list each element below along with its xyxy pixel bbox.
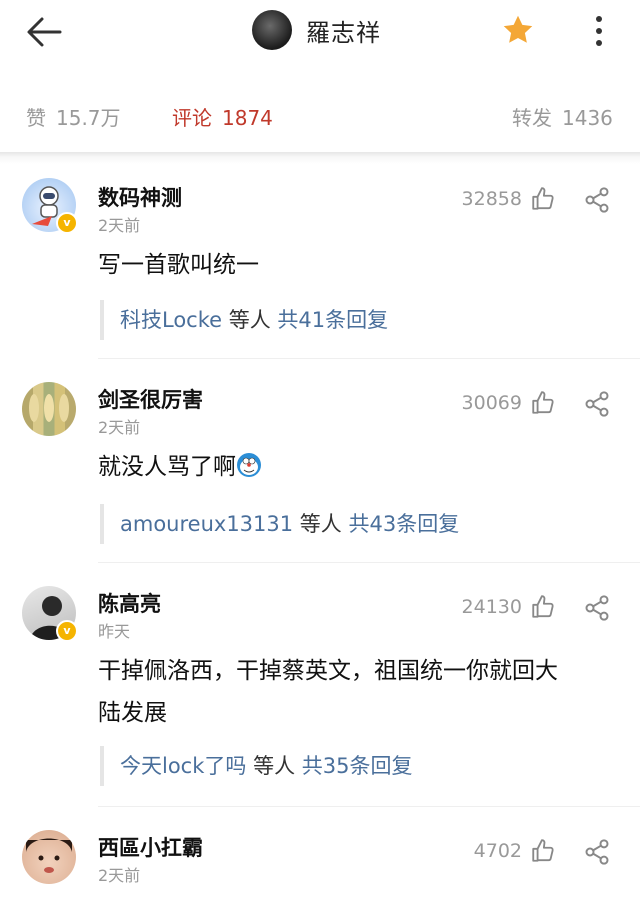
comment-text-line: 干掉佩洛西，干掉蔡英文，祖国统一你就回大 xyxy=(98,658,558,684)
comments-label: 评论 xyxy=(172,106,212,130)
profile-avatar[interactable] xyxy=(252,10,292,50)
top-bar: 羅志祥 xyxy=(0,0,640,64)
comments-count: 1874 xyxy=(222,106,273,130)
more-vertical-icon xyxy=(596,16,602,22)
profile-name[interactable]: 羅志祥 xyxy=(306,13,381,48)
more-options-button[interactable] xyxy=(588,12,610,50)
commenter-name[interactable]: 陈高亮 xyxy=(98,588,161,618)
comment-text-content: 就没人骂了啊 xyxy=(98,454,236,480)
thumbs-up-icon[interactable] xyxy=(530,838,556,864)
commenter-name[interactable]: 数码神测 xyxy=(98,182,182,212)
back-button[interactable] xyxy=(22,12,66,52)
arrow-left-icon xyxy=(27,17,62,47)
reply-mid-text: 等人 xyxy=(246,754,302,778)
reply-mid-text: 等人 xyxy=(293,512,349,536)
divider xyxy=(98,562,640,563)
share-icon[interactable] xyxy=(583,390,611,418)
star-icon xyxy=(503,15,533,43)
tab-likes[interactable]: 赞 15.7万 xyxy=(26,102,121,131)
reply-users-link[interactable]: 今天lock了吗 xyxy=(120,754,246,778)
like-count: 32858 xyxy=(461,188,522,210)
child-avatar-image xyxy=(26,838,72,873)
likes-count: 15.7万 xyxy=(56,106,121,130)
reply-count-link[interactable]: 共41条回复 xyxy=(277,308,388,332)
figurines-avatar-image xyxy=(29,394,69,422)
reply-count-link[interactable]: 共35条回复 xyxy=(302,754,413,778)
reposts-count: 1436 xyxy=(562,106,613,130)
doraemon-emoji-icon xyxy=(237,453,261,477)
share-icon[interactable] xyxy=(583,186,611,214)
likes-label: 赞 xyxy=(26,106,46,130)
tab-reposts[interactable]: 转发 1436 xyxy=(512,102,613,131)
thumbs-up-icon[interactable] xyxy=(530,594,556,620)
like-count: 30069 xyxy=(461,392,522,414)
comment-time: 2天前 xyxy=(98,866,141,885)
like-count: 24130 xyxy=(461,596,522,618)
reposts-label: 转发 xyxy=(512,106,552,130)
profile-header[interactable]: 羅志祥 xyxy=(252,10,381,50)
comment-text: 就没人骂了啊 xyxy=(98,446,618,488)
avatar[interactable] xyxy=(22,382,76,436)
reply-mid-text: 等人 xyxy=(222,308,278,332)
tab-comments[interactable]: 评论 1874 xyxy=(172,102,273,131)
verified-badge-icon: v xyxy=(56,212,78,234)
reply-summary[interactable]: 科技Locke 等人 共41条回复 xyxy=(100,300,388,340)
section-separator xyxy=(0,152,640,164)
thumbs-up-icon[interactable] xyxy=(530,390,556,416)
reply-summary[interactable]: 今天lock了吗 等人 共35条回复 xyxy=(100,746,412,786)
share-icon[interactable] xyxy=(583,838,611,866)
divider xyxy=(98,358,640,359)
reply-users-link[interactable]: amoureux13131 xyxy=(120,512,293,536)
reply-count-link[interactable]: 共43条回复 xyxy=(348,512,459,536)
avatar[interactable] xyxy=(22,830,76,884)
verified-badge-icon: v xyxy=(56,620,78,642)
thumbs-up-icon[interactable] xyxy=(530,186,556,212)
divider xyxy=(98,806,640,807)
reply-users-link[interactable]: 科技Locke xyxy=(120,308,222,332)
reply-summary[interactable]: amoureux13131 等人 共43条回复 xyxy=(100,504,459,544)
comment-time: 2天前 xyxy=(98,216,141,235)
comment-time: 2天前 xyxy=(98,418,141,437)
comment-text: 写一首歌叫统一 xyxy=(98,252,259,278)
favorite-button[interactable] xyxy=(500,12,536,48)
comment-time: 昨天 xyxy=(98,622,131,641)
like-count: 4702 xyxy=(473,840,522,862)
comment-text: 干掉佩洛西，干掉蔡英文，祖国统一你就回大 陆发展 xyxy=(98,650,618,734)
commenter-name[interactable]: 西區小扛霸 xyxy=(98,832,203,862)
commenter-name[interactable]: 剑圣很厉害 xyxy=(98,384,203,414)
comment-text-line: 陆发展 xyxy=(98,700,167,726)
stats-tabs: 赞 15.7万 评论 1874 转发 1436 xyxy=(0,90,640,148)
share-icon[interactable] xyxy=(583,594,611,622)
